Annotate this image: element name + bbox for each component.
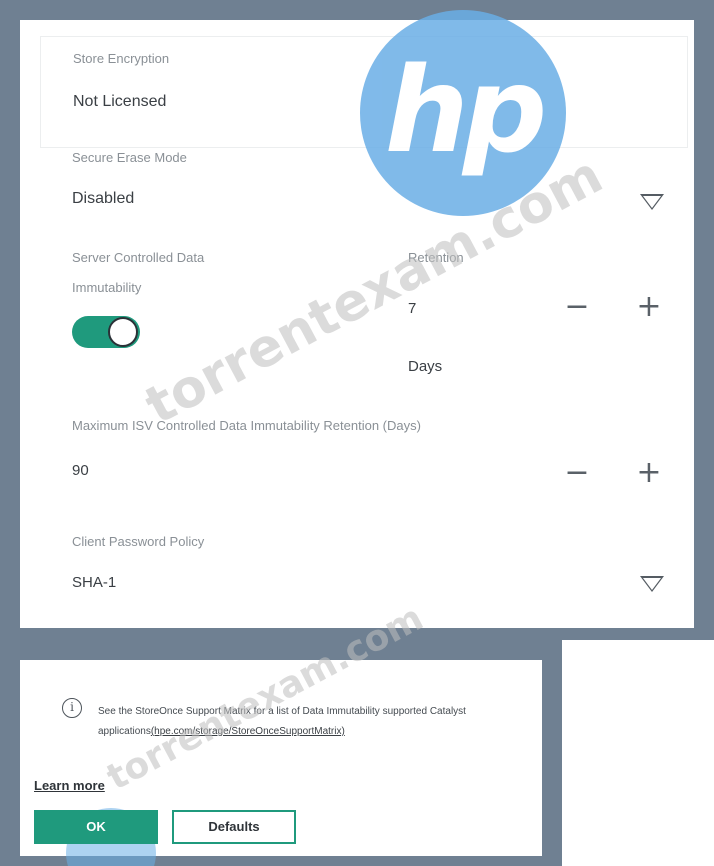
learn-more-link[interactable]: Learn more [34,778,105,793]
server-immutability-toggle[interactable] [72,316,140,348]
server-immutability-label-line2: Immutability [72,280,142,295]
actions-frame: i See the StoreOnce Support Matrix for a… [0,597,562,866]
retention-unit: Days [408,358,443,375]
retention-increment-button[interactable]: + [634,292,664,322]
defaults-button[interactable]: Defaults [172,810,296,844]
secure-erase-select[interactable]: Disabled [72,190,134,208]
store-encryption-value: Not Licensed [73,93,167,110]
ok-button[interactable]: OK [34,810,158,844]
client-password-select[interactable]: SHA-1 [72,574,116,591]
max-isv-decrement-button[interactable]: − [562,458,592,488]
chevron-down-icon[interactable] [640,194,664,210]
store-encryption-label: Store Encryption [73,51,170,66]
settings-frame: Store Encryption Not Licensed Secure Era… [0,0,714,640]
retention-decrement-button[interactable]: − [562,292,592,322]
server-immutability-label-line1: Server Controlled Data [72,250,205,265]
client-password-label: Client Password Policy [72,534,205,549]
toggle-knob [108,317,138,347]
max-isv-label: Maximum ISV Controlled Data Immutability… [72,418,421,433]
max-isv-value[interactable]: 90 [72,462,89,479]
secure-erase-label: Secure Erase Mode [72,150,187,165]
info-icon: i [62,698,82,718]
max-isv-increment-button[interactable]: + [634,458,664,488]
chevron-down-icon[interactable] [640,576,664,592]
